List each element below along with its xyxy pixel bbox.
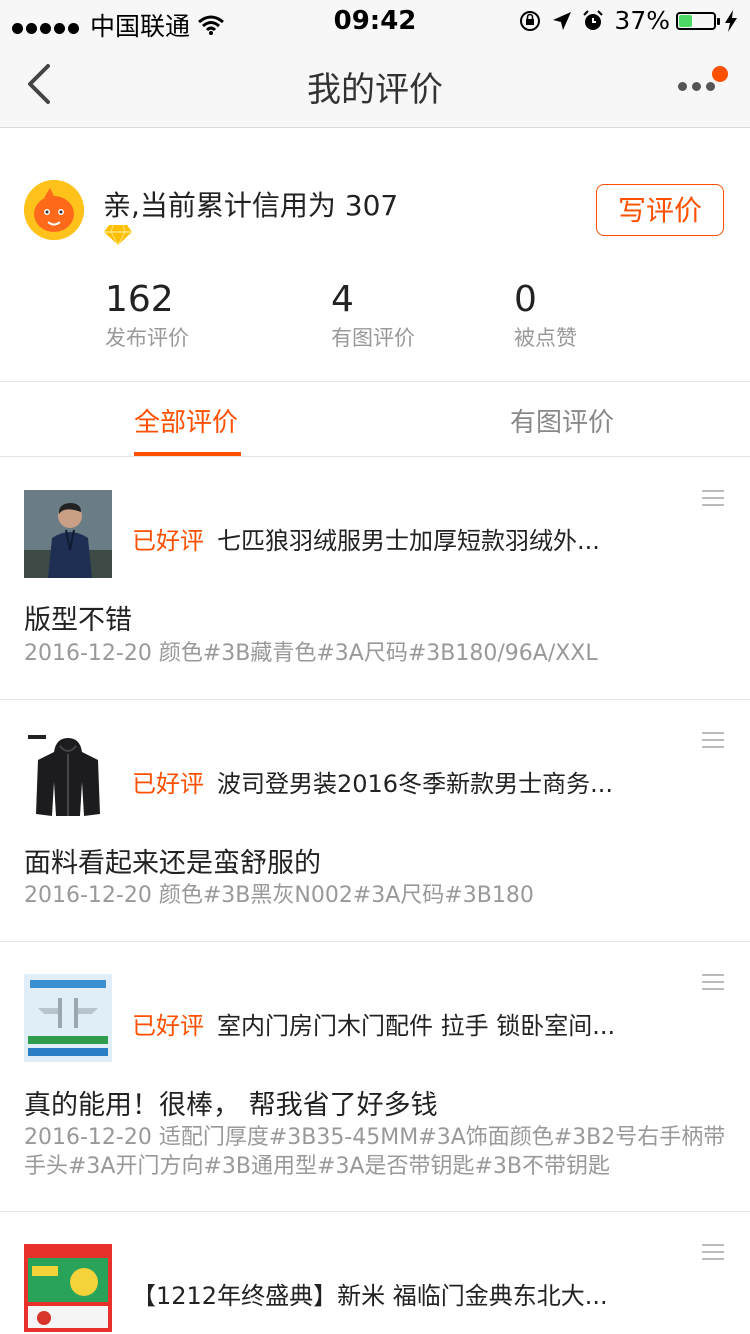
write-review-button[interactable]: 写评价 bbox=[596, 184, 724, 236]
credit-text: 亲,当前累计信用为 307 bbox=[103, 189, 399, 222]
list-menu-icon[interactable] bbox=[702, 1244, 724, 1260]
stat-with-images[interactable]: 4 有图评价 bbox=[331, 280, 415, 352]
product-thumbnail[interactable] bbox=[24, 1244, 112, 1332]
stat-value: 0 bbox=[514, 279, 537, 320]
product-thumbnail[interactable] bbox=[24, 974, 112, 1062]
stat-published[interactable]: 162 发布评价 bbox=[105, 280, 189, 352]
list-menu-icon[interactable] bbox=[702, 974, 724, 990]
battery-percent: 37% bbox=[614, 6, 670, 35]
review-comment: 版型不错 bbox=[24, 605, 132, 636]
review-date-spec: 2016-12-20 适配门厚度#3B35-45MM#3A饰面颜色#3B2号右手… bbox=[24, 1125, 726, 1179]
rating-label: 已好评 bbox=[132, 1012, 204, 1040]
product-title[interactable]: 室内门房门木门配件 拉手 锁卧室间... bbox=[217, 1006, 615, 1041]
list-menu-icon[interactable] bbox=[702, 490, 724, 506]
active-tab-indicator bbox=[134, 452, 241, 456]
product-title[interactable]: 【1212年终盛典】新米 福临门金典东北大... bbox=[132, 1276, 608, 1311]
page-title: 我的评价 bbox=[307, 70, 443, 110]
avatar[interactable] bbox=[24, 180, 84, 240]
diamond-icon bbox=[104, 224, 132, 246]
lock-rotation-icon bbox=[520, 10, 541, 31]
navigation-bar: 我的评价 bbox=[0, 40, 750, 128]
rating-label: 已好评 bbox=[132, 527, 204, 555]
stat-label: 发布评价 bbox=[105, 326, 189, 350]
product-thumbnail[interactable] bbox=[24, 732, 112, 820]
mascot-avatar-icon bbox=[24, 180, 84, 240]
product-title[interactable]: 波司登男装2016冬季新款男士商务... bbox=[217, 764, 613, 799]
location-arrow-icon bbox=[553, 11, 572, 30]
tab-all-reviews[interactable]: 全部评价 bbox=[134, 402, 238, 439]
status-right: 37% bbox=[518, 6, 738, 35]
battery-icon bbox=[676, 11, 720, 30]
charging-bolt-icon bbox=[725, 9, 737, 32]
alarm-icon bbox=[583, 9, 604, 30]
review-comment: 真的能用！很棒， 帮我省了好多钱 bbox=[24, 1090, 438, 1121]
review-item[interactable]: 已好评 波司登男装2016冬季新款男士商务... 面料看起来还是蛮舒服的 201… bbox=[0, 700, 750, 942]
product-title[interactable]: 七匹狼羽绒服男士加厚短款羽绒外... bbox=[217, 521, 600, 556]
status-bar: 中国联通 09:42 37% bbox=[0, 0, 750, 41]
rating-label: 已好评 bbox=[132, 770, 204, 798]
review-comment: 面料看起来还是蛮舒服的 bbox=[24, 848, 321, 879]
profile-section: 亲,当前累计信用为 307 写评价 162 发布评价 4 有图评价 0 被点赞 bbox=[0, 128, 750, 382]
review-date-spec: 2016-12-20 颜色#3B藏青色#3A尺码#3B180/96A/XXL bbox=[24, 641, 598, 666]
review-item[interactable]: 已好评 室内门房门木门配件 拉手 锁卧室间... 真的能用！很棒， 帮我省了好多… bbox=[0, 942, 750, 1212]
notification-badge bbox=[712, 66, 728, 82]
stat-value: 162 bbox=[105, 279, 174, 320]
review-item[interactable]: 【1212年终盛典】新米 福临门金典东北大... bbox=[0, 1212, 750, 1334]
more-dots-icon[interactable] bbox=[676, 66, 728, 106]
list-menu-icon[interactable] bbox=[702, 732, 724, 748]
review-item[interactable]: 已好评 七匹狼羽绒服男士加厚短款羽绒外... 版型不错 2016-12-20 颜… bbox=[0, 457, 750, 700]
review-date-spec: 2016-12-20 颜色#3B黑灰N002#3A尺码#3B180 bbox=[24, 883, 534, 908]
product-thumbnail[interactable] bbox=[24, 490, 112, 578]
tab-image-reviews[interactable]: 有图评价 bbox=[510, 402, 614, 439]
stat-value: 4 bbox=[331, 279, 354, 320]
stat-liked[interactable]: 0 被点赞 bbox=[514, 280, 577, 352]
stat-label: 有图评价 bbox=[331, 326, 415, 350]
stat-label: 被点赞 bbox=[514, 326, 577, 350]
review-tabs: 全部评价 有图评价 bbox=[0, 382, 750, 457]
